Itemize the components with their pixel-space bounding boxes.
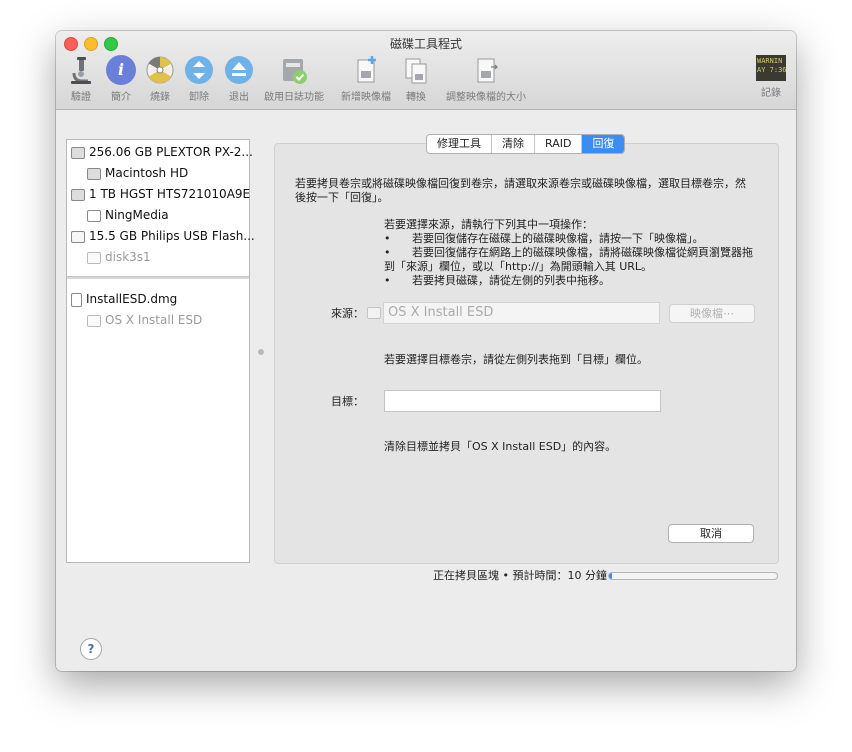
burn-icon [146,56,174,84]
burn-button[interactable]: 燒錄 [145,55,175,103]
bullet-2-continuation: 到「來源」欄位，或以「http://」為開頭輸入其 URL。 [384,260,653,273]
sidebar-item-hgst-disk[interactable]: 1 TB HGST HTS721010A9E [71,184,250,204]
microscope-icon [71,57,91,84]
bullet-1-text: 若要回復儲存在磁碟上的磁碟映像檔，請按一下「映像檔」。 [412,232,704,245]
convert-icon [405,58,427,84]
new-image-label: 新增映像檔 [341,92,391,103]
restore-intro-line1: 若要拷貝卷宗或將磁碟映像檔回復到卷宗，請選取來源卷宗或磁碟映像檔，選取目標卷宗，… [295,177,746,190]
unmount-label: 卸除 [189,92,209,103]
progress-fill [609,573,613,579]
burn-label: 燒錄 [150,92,170,103]
hard-disk-icon [71,188,85,201]
bullet-1-dot: • [384,232,391,245]
sidebar-separator [67,276,249,279]
bullet-3-text: 若要拷貝磁碟，請從左側的列表中拖移。 [412,274,610,287]
disk-image-icon [71,292,82,307]
disk-utility-window: 磁碟工具程式 驗證 i 簡介 燒錄 卸除 退出 啟用日誌功能 新增映像檔 轉換 … [56,31,796,671]
bullet-2-dot: • [384,246,391,259]
split-view-handle[interactable] [258,349,264,355]
volume-icon [87,209,101,222]
eject-button[interactable]: 退出 [224,55,254,103]
resize-image-button[interactable]: 調整映像檔的大小 [440,55,532,103]
journaling-icon [283,59,307,84]
verify-label: 驗證 [71,92,91,103]
new-image-button[interactable]: 新增映像檔 [338,55,394,103]
eject-icon [225,56,253,84]
bullet-3-dot: • [384,274,391,287]
sidebar-item-installesd-dmg[interactable]: InstallESD.dmg [71,289,177,309]
convert-button[interactable]: 轉換 [401,55,431,103]
enable-journaling-label: 啟用日誌功能 [264,92,324,103]
cancel-button[interactable]: 取消 [668,524,754,543]
log-label: 記錄 [761,88,781,99]
source-field[interactable]: OS X Install ESD [383,302,660,324]
tab-erase[interactable]: 清除 [492,135,535,153]
sidebar-item-ningmedia[interactable]: NingMedia [87,205,169,225]
unmount-button[interactable]: 卸除 [184,55,214,103]
info-button[interactable]: i 簡介 [106,55,136,103]
bullet-2-text: 若要回復儲存在網路上的磁碟映像檔，請將磁碟映像檔從網頁瀏覽器拖 [412,246,753,259]
sidebar-item-macintosh-hd[interactable]: Macintosh HD [87,163,188,183]
tab-bar: 修理工具 清除 RAID 回復 [426,134,626,154]
resize-image-icon [477,58,498,83]
info-label: 簡介 [111,92,131,103]
device-sidebar: 256.06 GB PLEXTOR PX-2... Macintosh HD 1… [66,139,255,563]
destination-field[interactable] [384,390,661,412]
restore-progress-bar [608,572,778,580]
window-title: 磁碟工具程式 [389,37,462,51]
help-button[interactable]: ? [80,638,102,660]
hard-disk-icon [71,146,85,159]
source-disk-icon [367,307,381,319]
log-icon: WARNIN AY 7:36 [756,55,786,81]
new-image-icon [357,56,376,83]
enable-journaling-button[interactable]: 啟用日誌功能 [264,55,324,103]
eject-label: 退出 [229,92,249,103]
source-instructions: 若要選擇來源，請執行下列其中一項操作： [384,218,593,231]
sidebar-item-philips-usb[interactable]: 15.5 GB Philips USB Flash... [71,226,255,246]
image-button[interactable]: 映像檔⋯ [669,304,755,323]
usb-disk-icon [71,230,85,243]
erase-note: 清除目標並拷貝「OS X Install ESD」的內容。 [384,440,617,453]
source-label: 來源： [331,307,364,320]
convert-label: 轉換 [406,92,426,103]
restore-intro-line2: 後按一下「回復」。 [295,191,389,204]
info-icon: i [106,55,136,85]
verify-button[interactable]: 驗證 [66,55,96,103]
volume-icon [87,251,101,264]
log-button[interactable]: WARNIN AY 7:36 記錄 [756,55,786,99]
resize-image-label: 調整映像檔的大小 [446,92,526,103]
status-text: 正在拷貝區塊 • 預計時間：10 分鐘 [433,569,607,582]
unmount-icon [185,56,213,84]
sidebar-item-disk3s1[interactable]: disk3s1 [87,247,151,267]
volume-icon [87,314,101,327]
destination-instructions: 若要選擇目標卷宗，請從左側列表拖到「目標」欄位。 [384,353,648,366]
toolbar: 磁碟工具程式 驗證 i 簡介 燒錄 卸除 退出 啟用日誌功能 新增映像檔 轉換 … [56,31,796,110]
sidebar-item-plextor-disk[interactable]: 256.06 GB PLEXTOR PX-2... [71,142,253,162]
sidebar-item-os-x-install-esd[interactable]: OS X Install ESD [87,310,202,330]
tab-raid[interactable]: RAID [535,135,583,153]
destination-label: 目標： [331,395,364,408]
tab-first-aid[interactable]: 修理工具 [427,135,492,153]
volume-icon [87,167,101,180]
tab-restore[interactable]: 回復 [582,135,625,153]
